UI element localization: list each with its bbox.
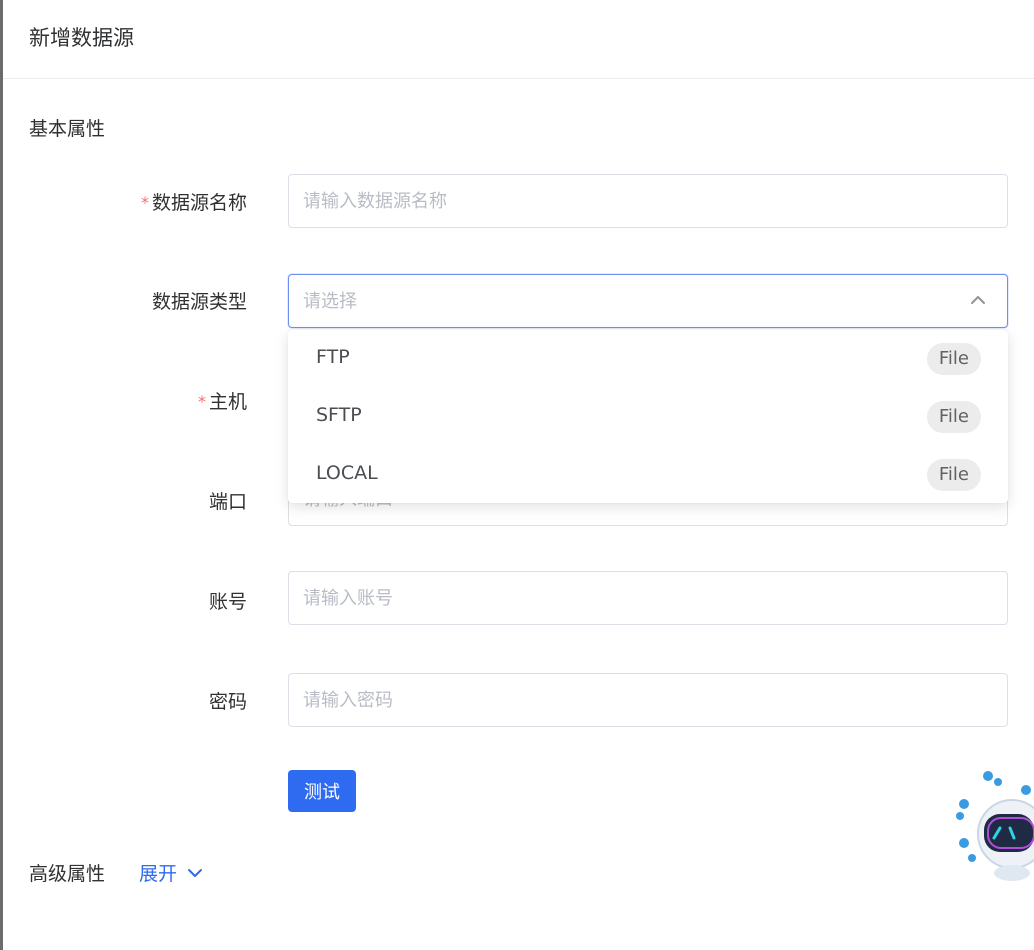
datasource-type-dropdown: FTP File SFTP File LOCAL File	[288, 330, 1008, 503]
option-tag: File	[926, 401, 981, 433]
account-label: 账号	[208, 591, 247, 613]
port-label: 端口	[208, 491, 247, 513]
basic-section-title: 基本属性	[29, 118, 106, 140]
required-mark: *	[197, 392, 206, 411]
expand-label: 展开	[139, 863, 178, 885]
account-input[interactable]	[289, 572, 1007, 624]
dropdown-option-sftp[interactable]: SFTP File	[288, 388, 1008, 446]
option-label: LOCAL	[316, 462, 378, 484]
password-input-box[interactable]	[288, 673, 1008, 727]
datasource-type-input[interactable]	[289, 275, 1007, 327]
advanced-section-title: 高级属性	[29, 863, 106, 885]
datasource-name-input[interactable]	[289, 175, 1007, 227]
password-input[interactable]	[289, 674, 1007, 726]
datasource-type-select[interactable]	[288, 274, 1008, 328]
name-input-box[interactable]	[288, 174, 1008, 228]
dialog-header: 新增数据源	[3, 0, 1034, 79]
dropdown-option-ftp[interactable]: FTP File	[288, 330, 1008, 388]
password-label: 密码	[208, 691, 247, 713]
option-label: FTP	[316, 346, 350, 368]
option-tag: File	[926, 343, 981, 375]
robot-assistant-icon[interactable]	[950, 768, 1034, 888]
option-tag: File	[926, 459, 981, 491]
chevron-up-icon[interactable]	[969, 291, 987, 309]
window-edge	[0, 0, 3, 950]
dropdown-option-local[interactable]: LOCAL File	[288, 446, 1008, 504]
option-label: SFTP	[316, 404, 362, 426]
required-mark: *	[140, 193, 149, 212]
advanced-expand-toggle[interactable]: 展开	[139, 859, 205, 886]
account-input-box[interactable]	[288, 571, 1008, 625]
host-label: * 主机	[197, 391, 247, 413]
test-button[interactable]: 测试	[288, 770, 356, 812]
dialog-title: 新增数据源	[29, 26, 134, 50]
type-label: 数据源类型	[151, 291, 247, 313]
chevron-down-icon	[188, 868, 203, 877]
name-label: * 数据源名称	[140, 192, 247, 214]
